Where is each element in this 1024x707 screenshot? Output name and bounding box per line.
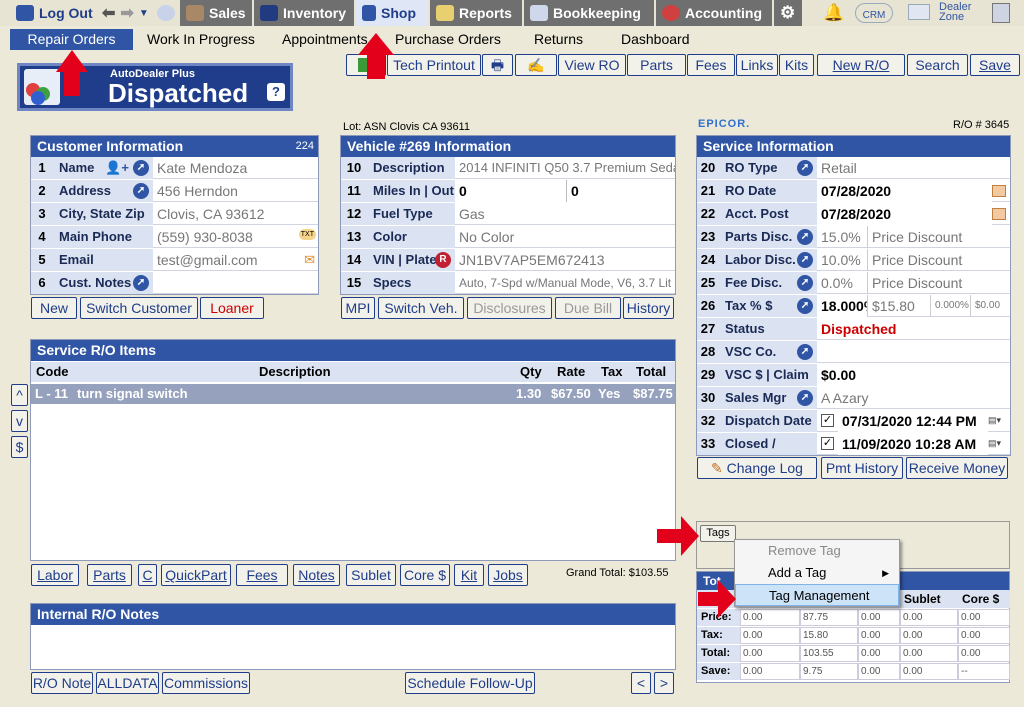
annotation-arrow-up-repair <box>56 50 88 96</box>
annotation-arrow-right-tagmgmt <box>698 580 736 618</box>
annotation-arrow-right-tags <box>657 516 699 556</box>
annotation-arrows <box>56 33 736 618</box>
annotation-arrow-up-shop <box>358 33 394 79</box>
